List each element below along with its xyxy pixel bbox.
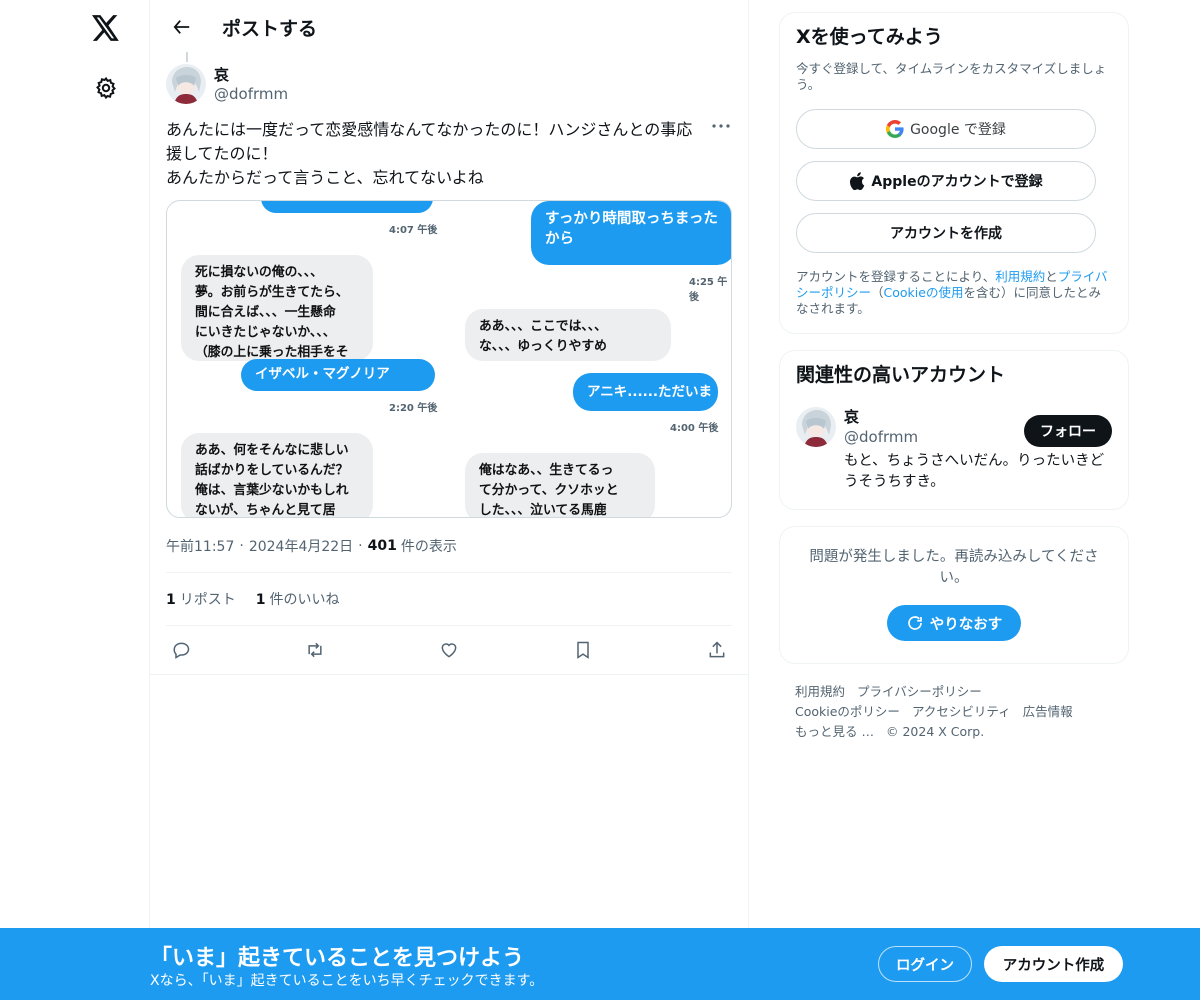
gear-icon[interactable] xyxy=(88,70,124,106)
chat-timestamp: 4:25 午後 xyxy=(689,277,728,303)
reposts-stat[interactable]: 1 リポスト xyxy=(166,589,236,609)
footer-row: 利用規約 プライバシーポリシー xyxy=(795,682,1113,702)
google-icon xyxy=(886,120,904,138)
signup-title: Xを使ってみよう xyxy=(796,26,943,48)
views-count: 401 xyxy=(367,538,397,554)
post-stats: 1 リポスト 1 件のいいね xyxy=(166,573,732,625)
footer-row: もっと見る … © 2024 X Corp. xyxy=(795,722,1113,742)
refresh-icon xyxy=(907,616,922,630)
chat-bubble-outgoing: アニキ......ただいま xyxy=(573,373,718,411)
follow-button[interactable]: フォロー xyxy=(1024,415,1112,447)
post-text-line: あんたからだって言うこと、忘れてないよね xyxy=(166,168,484,187)
chat-timestamp: 2:20 午後 xyxy=(389,403,438,414)
terms-text: アカウントを登録することにより、 xyxy=(796,269,996,284)
footer-link-terms[interactable]: 利用規約 xyxy=(795,684,845,699)
chat-bubble-outgoing xyxy=(261,201,433,213)
chat-bubble-incoming: 俺はなあ、、生きてるっ て分かって、クソホッと した、、、泣いてる馬鹿 xyxy=(465,453,655,517)
copyright: © 2024 X Corp. xyxy=(885,724,985,739)
create-account-button[interactable]: アカウントを作成 xyxy=(796,213,1096,253)
terms-text: と xyxy=(1045,269,1058,284)
footer-link-privacy[interactable]: プライバシーポリシー xyxy=(857,684,982,699)
footer-link-ads[interactable]: 広告情報 xyxy=(1023,704,1073,719)
post-actions xyxy=(166,626,732,674)
signup-terms: アカウントを登録することにより、利用規約とプライバシーポリシー（Cookieの使… xyxy=(796,269,1112,317)
views-label: 件の表示 xyxy=(400,539,457,555)
more-options-icon[interactable] xyxy=(710,116,732,136)
apple-icon xyxy=(850,172,865,190)
bookmark-icon[interactable] xyxy=(572,639,594,661)
google-signup-button[interactable]: Google で登録 xyxy=(796,109,1096,149)
chat-timestamp: 4:00 午後 xyxy=(670,423,719,434)
banner-title: 「いま」起きていることを見つけよう xyxy=(150,946,525,971)
post-text-line: 援してたのに！ xyxy=(166,144,278,163)
retry-label: やりなおす xyxy=(929,616,1003,633)
cookie-link[interactable]: Cookieの使用 xyxy=(884,285,964,300)
likes-label: 件のいいね xyxy=(269,592,340,608)
banner-subtitle: Xなら、「いま」起きていることをいち早くチェックできます。 xyxy=(150,973,544,989)
retry-button[interactable]: やりなおす xyxy=(887,605,1021,641)
repost-icon[interactable] xyxy=(304,639,326,661)
chat-bubble-incoming: ああ、何をそんなに悲しい 話ばかりをしているんだ？ 俺は、言葉少ないかもしれ な… xyxy=(181,433,373,517)
avatar[interactable] xyxy=(796,407,836,447)
apple-signup-label: Appleのアカウントで登録 xyxy=(871,174,1043,190)
chat-bubble-incoming: 死に損ないの俺の、、、 夢。お前らが生きてたら、 間に合えば、、、一生懸命 にい… xyxy=(181,255,373,361)
post-text-line: あんたには一度だって恋愛感情なんてなかったのに！ハンジさんとの事応 xyxy=(166,120,693,139)
footer-link-accessibility[interactable]: アクセシビリティ xyxy=(912,704,1011,719)
divider xyxy=(150,674,748,675)
chat-timestamp: 4:07 午後 xyxy=(389,225,438,236)
footer-link-more[interactable]: もっと見る … xyxy=(795,724,874,739)
post-text: あんたには一度だって恋愛感情なんてなかったのに！ハンジさんとの事応 援してたのに… xyxy=(166,118,732,190)
share-icon[interactable] xyxy=(706,639,728,661)
page-header: ポストする xyxy=(150,0,748,54)
create-account-label: アカウントを作成 xyxy=(890,226,1002,242)
footer-link-cookie[interactable]: Cookieのポリシー xyxy=(795,704,900,719)
page-title: ポストする xyxy=(222,17,318,40)
author-meta: 哀 @dofrmm xyxy=(214,66,288,104)
signup-subtitle: 今すぐ登録して、タイムラインをカスタマイズしましょう。 xyxy=(796,61,1107,92)
apple-signup-button[interactable]: Appleのアカウントで登録 xyxy=(796,161,1096,201)
chat-bubble-incoming: ああ、、、ここでは、、、 な、、、ゆっくりやすめ xyxy=(465,309,671,361)
reposts-count: 1 xyxy=(166,592,176,608)
bottom-signup-banner: 「いま」起きていることを見つけよう Xなら、「いま」起きていることをいち早くチェ… xyxy=(0,928,1200,1000)
avatar[interactable] xyxy=(166,64,206,104)
related-bio: もと、ちょうさへいだん。りったいきどうそうちすき。 xyxy=(844,453,1105,490)
x-logo-icon[interactable] xyxy=(86,8,126,48)
related-accounts-card: 関連性の高いアカウント 哀 @dofrmm もと、ちょうさへいだん。りったいきど… xyxy=(779,350,1129,510)
google-signup-label: Google で登録 xyxy=(910,122,1006,138)
right-sidebar: Xを使ってみよう 今すぐ登録して、タイムラインをカスタマイズしましょう。 Goo… xyxy=(779,12,1129,742)
footer-links: 利用規約 プライバシーポリシー Cookieのポリシー アクセシビリティ 広告情報 も… xyxy=(779,682,1129,742)
thread-line xyxy=(186,52,188,62)
main-column: ポストする 哀 @dofrmm あんたには一度だって恋愛感情なんてなかったのに！… xyxy=(149,0,749,1000)
author-handle[interactable]: @dofrmm xyxy=(214,84,288,104)
terms-text: （ xyxy=(871,285,884,300)
left-nav xyxy=(0,0,150,1000)
post-author: 哀 @dofrmm xyxy=(166,54,732,104)
like-heart-icon[interactable] xyxy=(438,639,460,661)
login-button[interactable]: ログイン xyxy=(878,946,972,982)
post-meta: 午前11:57 · 2024年4月22日 · 401 件の表示 xyxy=(166,536,732,556)
reposts-label: リポスト xyxy=(179,592,236,608)
create-account-banner-button[interactable]: アカウント作成 xyxy=(984,946,1123,982)
post: 哀 @dofrmm あんたには一度だって恋愛感情なんてなかったのに！ハンジさんと… xyxy=(150,52,748,675)
reply-icon[interactable] xyxy=(170,639,192,661)
post-date[interactable]: 2024年4月22日 xyxy=(249,536,353,556)
author-name[interactable]: 哀 xyxy=(214,66,288,84)
likes-stat[interactable]: 1 件のいいね xyxy=(256,589,340,609)
post-media-image[interactable]: 4:07 午後 すっかり時間取っちまった から 4:25 午後 死に損ないの俺の… xyxy=(166,200,732,518)
error-message: 問題が発生しました。再読み込みしてください。 xyxy=(809,549,1099,586)
terms-link[interactable]: 利用規約 xyxy=(995,269,1045,284)
chat-bubble-outgoing: すっかり時間取っちまった から xyxy=(531,201,731,265)
post-time[interactable]: 午前11:57 xyxy=(166,536,234,556)
meta-separator: · xyxy=(358,538,363,554)
meta-separator: · xyxy=(239,538,244,554)
likes-count: 1 xyxy=(255,592,266,608)
error-card: 問題が発生しました。再読み込みしてください。 やりなおす xyxy=(779,526,1129,664)
signup-card: Xを使ってみよう 今すぐ登録して、タイムラインをカスタマイズしましょう。 Goo… xyxy=(779,12,1129,334)
footer-row: Cookieのポリシー アクセシビリティ 広告情報 xyxy=(795,702,1113,722)
chat-bubble-outgoing: イザベル・マグノリア xyxy=(241,359,435,391)
back-arrow-icon[interactable] xyxy=(164,9,200,45)
related-title: 関連性の高いアカウント xyxy=(796,364,1006,386)
